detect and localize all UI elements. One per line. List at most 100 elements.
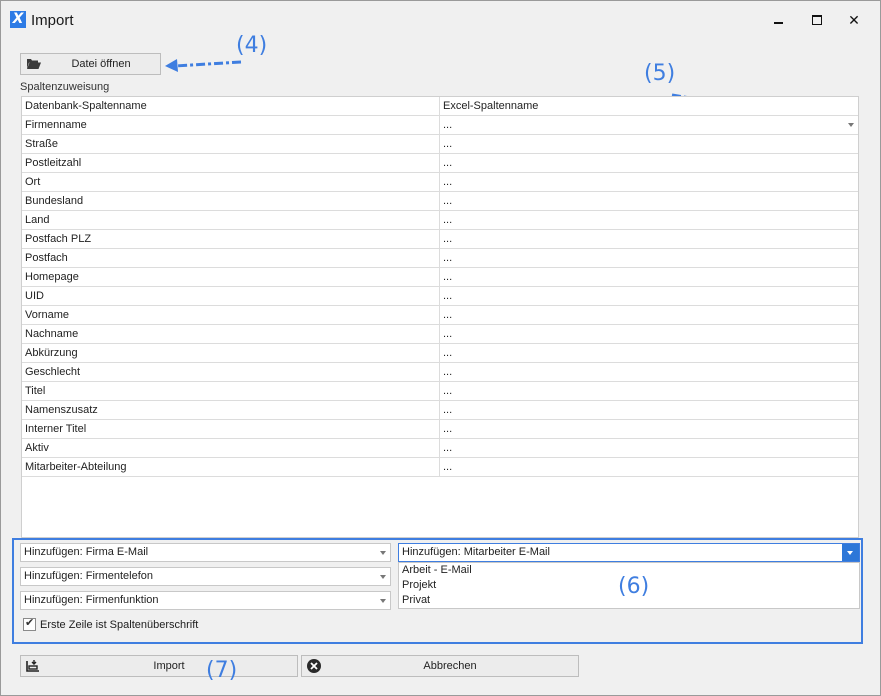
close-icon: ✕ (848, 12, 860, 28)
db-column-name: Postfach (25, 252, 68, 264)
column-header-excel: Excel-Spaltenname (443, 100, 539, 112)
db-column-name: Titel (25, 385, 46, 397)
maximize-button[interactable] (800, 9, 834, 31)
db-column-name: Nachname (25, 328, 79, 340)
firma-email-value: Hinzufügen: Firma E-Mail (24, 546, 149, 558)
db-column-name: Bundesland (25, 195, 84, 207)
firmentelefon-combo[interactable]: Hinzufügen: Firmentelefon (20, 567, 391, 586)
table-row: Nachname... (22, 325, 858, 344)
db-column-name: Homepage (25, 271, 79, 283)
close-button[interactable]: ✕ (837, 9, 871, 31)
excel-column-select[interactable]: ... (443, 344, 833, 362)
chevron-down-icon (380, 551, 386, 555)
excel-column-select[interactable]: ... (443, 363, 833, 381)
firmenfunktion-value: Hinzufügen: Firmenfunktion (24, 594, 159, 606)
excel-column-select[interactable]: ... (443, 154, 833, 172)
annotation-arrow-4 (165, 59, 242, 72)
table-row: Vorname... (22, 306, 858, 325)
firmentelefon-value: Hinzufügen: Firmentelefon (24, 570, 154, 582)
db-column-name: Geschlecht (25, 366, 81, 378)
column-mapping-grid: Datenbank-Spaltenname Excel-Spaltenname … (21, 96, 859, 538)
mitarbeiter-email-value: Hinzufügen: Mitarbeiter E-Mail (402, 546, 550, 558)
minimize-button[interactable] (761, 9, 795, 31)
excel-column-select[interactable]: ... (443, 211, 833, 229)
excel-column-select[interactable]: ... (443, 325, 833, 343)
cancel-icon (307, 659, 321, 673)
db-column-name: Land (25, 214, 50, 226)
maximize-icon (812, 15, 822, 25)
title-bar: X Import ✕ (1, 1, 880, 39)
excel-column-select[interactable]: ... (443, 249, 833, 267)
import-label: Import (153, 660, 185, 672)
import-window: X Import ✕ Datei öffnen (4) (5) Spaltenz… (0, 0, 881, 696)
cancel-button[interactable]: Abbrechen (301, 655, 579, 677)
chevron-down-icon (380, 599, 386, 603)
db-column-name: Abkürzung (25, 347, 78, 359)
excel-column-select[interactable]: ... (443, 420, 833, 438)
cancel-label: Abbrechen (423, 660, 477, 672)
first-row-header-label: Erste Zeile ist Spaltenüberschrift (40, 618, 199, 631)
first-row-header-checkbox[interactable]: ✔ (23, 617, 36, 631)
excel-column-select[interactable]: ... (443, 173, 833, 191)
table-row: Interner Titel... (22, 420, 858, 439)
db-column-name: Postfach PLZ (25, 233, 92, 245)
db-column-name: Straße (25, 138, 59, 150)
table-row: Titel... (22, 382, 858, 401)
db-column-name: Namenszusatz (25, 404, 98, 416)
app-icon: X (10, 11, 26, 28)
firma-email-combo[interactable]: Hinzufügen: Firma E-Mail (20, 543, 391, 562)
window-title: Import (31, 12, 74, 29)
table-row: Abkürzung... (22, 344, 858, 363)
excel-column-select[interactable]: ... (443, 192, 833, 210)
dropdown-toggle-button[interactable] (842, 544, 859, 561)
chevron-down-icon[interactable] (848, 123, 854, 127)
chevron-down-icon (847, 551, 853, 555)
db-column-name: Postleitzahl (25, 157, 82, 169)
import-button[interactable]: Import (20, 655, 298, 677)
table-row: Bundesland... (22, 192, 858, 211)
db-column-name: Aktiv (25, 442, 49, 454)
excel-column-select[interactable]: ... (443, 116, 833, 134)
table-row: Straße... (22, 135, 858, 154)
table-row: Homepage... (22, 268, 858, 287)
table-row: Postleitzahl... (22, 154, 858, 173)
table-row: Namenszusatz... (22, 401, 858, 420)
db-column-name: UID (25, 290, 44, 302)
db-column-name: Firmenname (25, 119, 87, 131)
excel-column-select[interactable]: ... (443, 306, 833, 324)
excel-column-select[interactable]: ... (443, 268, 833, 286)
db-column-name: Mitarbeiter-Abteilung (25, 461, 127, 473)
excel-column-select[interactable]: ... (443, 439, 833, 457)
table-row: Land... (22, 211, 858, 230)
table-row: Postfach PLZ... (22, 230, 858, 249)
minimize-icon (773, 22, 783, 24)
firmenfunktion-combo[interactable]: Hinzufügen: Firmenfunktion (20, 591, 391, 610)
table-row: Mitarbeiter-Abteilung... (22, 458, 858, 477)
mitarbeiter-email-combo[interactable]: Hinzufügen: Mitarbeiter E-Mail (398, 543, 860, 562)
table-row: Postfach... (22, 249, 858, 268)
excel-column-select[interactable]: ... (443, 135, 833, 153)
db-column-name: Interner Titel (25, 423, 87, 435)
folder-open-icon (27, 59, 41, 69)
import-icon (26, 660, 39, 672)
excel-column-select[interactable]: ... (443, 230, 833, 248)
excel-column-select[interactable]: ... (443, 382, 833, 400)
excel-column-select[interactable]: ... (443, 401, 833, 419)
grid-header-row: Datenbank-Spaltenname Excel-Spaltenname (22, 97, 858, 116)
table-row: Geschlecht... (22, 363, 858, 382)
first-row-header-option[interactable]: ✔ Erste Zeile ist Spaltenüberschrift (23, 617, 199, 631)
annotation-5: (5) (644, 61, 676, 86)
db-column-name: Vorname (25, 309, 70, 321)
add-options-panel: Hinzufügen: Firma E-Mail Hinzufügen: Fir… (12, 538, 863, 644)
annotation-6: (6) (618, 574, 650, 599)
table-row: UID... (22, 287, 858, 306)
mapping-section-label: Spaltenzuweisung (20, 81, 110, 93)
table-row: Ort... (22, 173, 858, 192)
table-row: Aktiv... (22, 439, 858, 458)
excel-column-select[interactable]: ... (443, 458, 833, 476)
open-file-button[interactable]: Datei öffnen (20, 53, 161, 75)
open-file-label: Datei öffnen (71, 58, 131, 70)
chevron-down-icon (380, 575, 386, 579)
excel-column-select[interactable]: ... (443, 287, 833, 305)
checkmark-icon: ✔ (25, 617, 35, 629)
